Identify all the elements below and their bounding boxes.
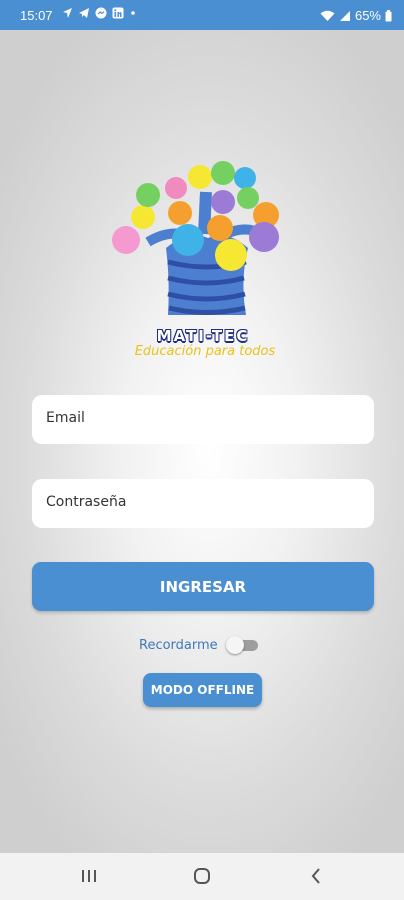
toggle-thumb [225, 636, 244, 654]
battery-icon [385, 9, 392, 21]
password-field[interactable]: Contraseña [32, 479, 374, 528]
location-icon [63, 8, 72, 18]
remember-me-row: Recordarme [139, 634, 258, 656]
remember-me-toggle[interactable] [225, 636, 258, 654]
offline-mode-button[interactable]: MODO OFFLINE [143, 673, 262, 707]
status-right: 65% [320, 8, 392, 23]
home-icon[interactable] [191, 865, 213, 887]
signal-icon [339, 10, 350, 21]
messenger-icon [95, 7, 107, 19]
login-button[interactable]: INGRESAR [32, 562, 374, 611]
email-field[interactable]: Email [32, 395, 374, 444]
system-nav-bar [0, 853, 404, 900]
password-placeholder: Contraseña [46, 494, 127, 510]
notification-icons [62, 7, 137, 19]
email-placeholder: Email [46, 410, 85, 426]
dot-icon [131, 11, 135, 15]
wifi-icon [320, 10, 335, 21]
brand-name: MATI-TEC [156, 327, 250, 345]
battery-percent: 65% [354, 8, 381, 23]
status-time: 15:07 [20, 8, 53, 23]
linkedin-icon [112, 7, 124, 19]
brand-tagline: Educación para todos [134, 344, 276, 359]
status-bar: 15:07 65% [0, 0, 404, 30]
recents-icon[interactable] [78, 865, 100, 887]
telegram-icon [79, 8, 89, 18]
remember-me-label: Recordarme [139, 637, 218, 653]
back-icon[interactable] [305, 865, 327, 887]
